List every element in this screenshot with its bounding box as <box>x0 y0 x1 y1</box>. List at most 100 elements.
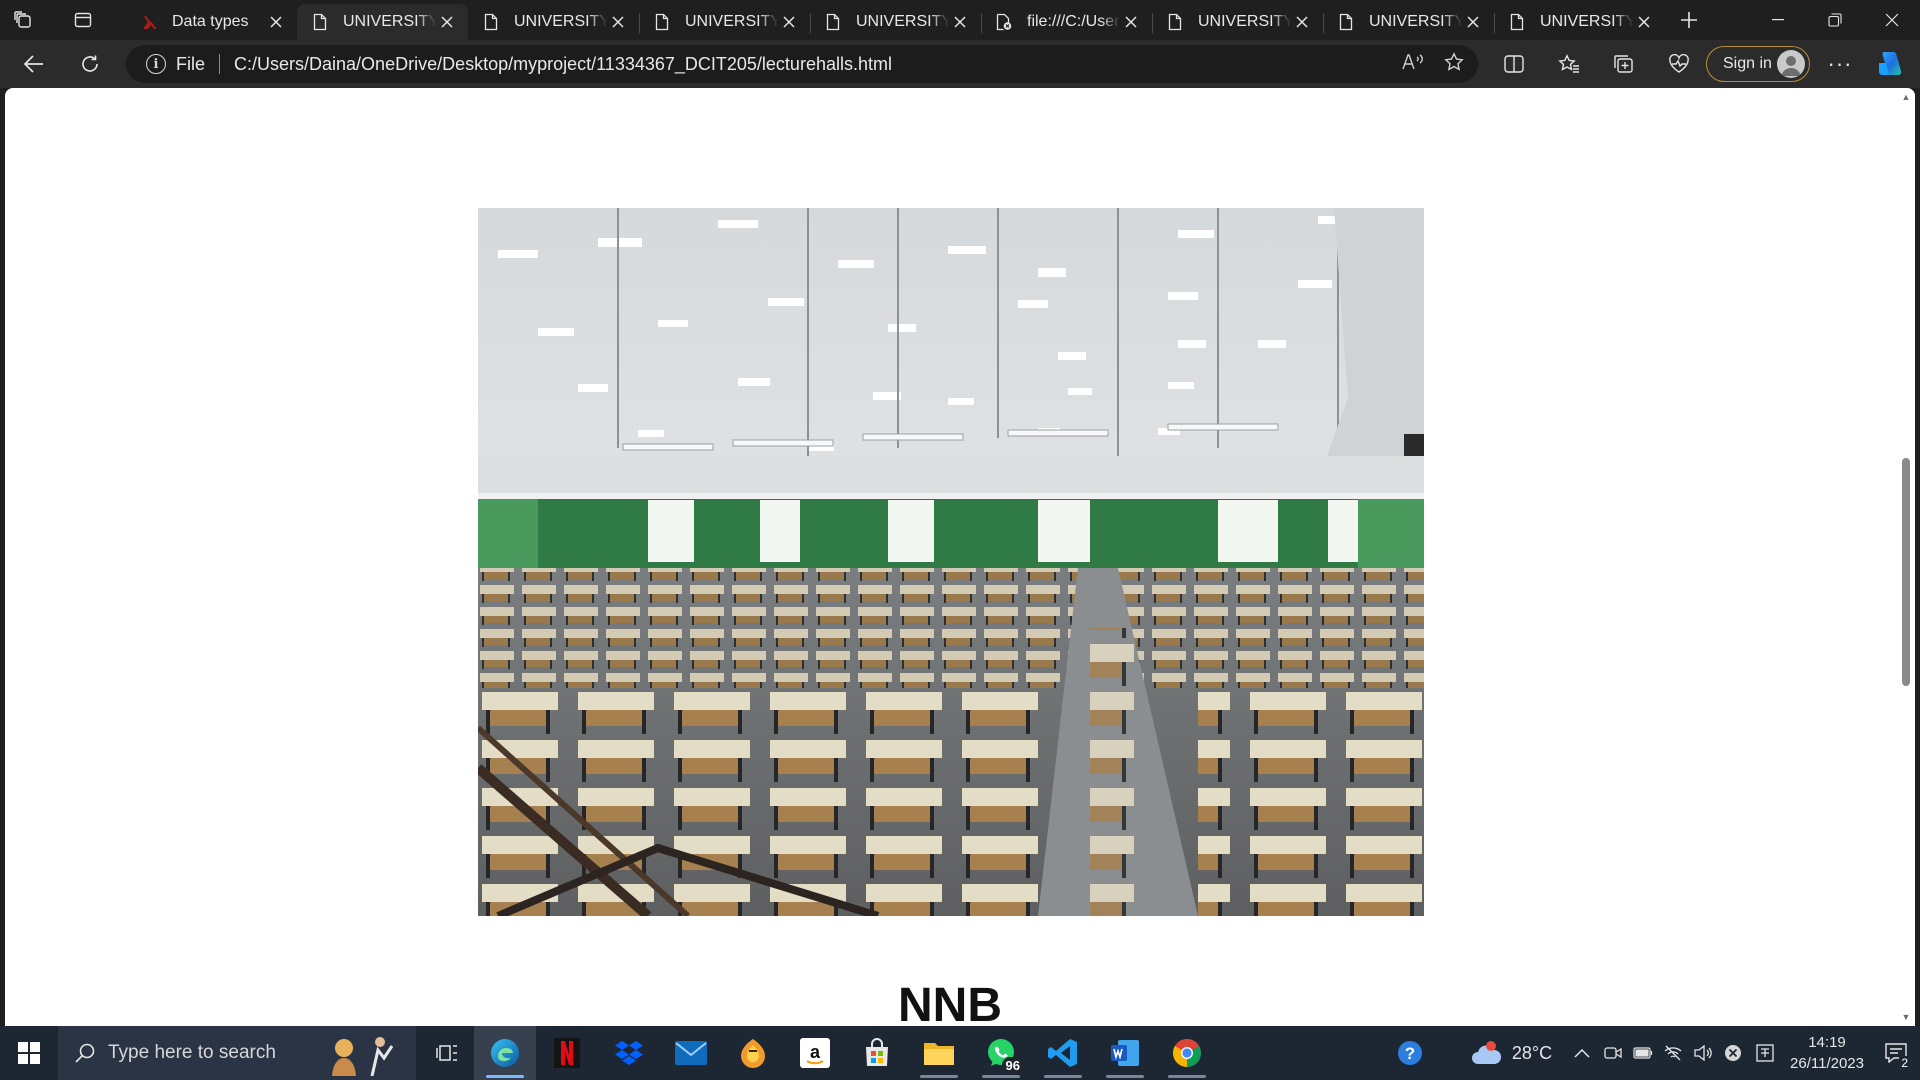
netflix-app-icon[interactable] <box>536 1026 598 1080</box>
tab-title: UNIVERSITY OF GHANA <box>343 13 436 30</box>
tab-title: Data types <box>172 13 249 30</box>
back-arrow-icon[interactable] <box>12 44 56 84</box>
browser-toolbar: i File C:/Users/Daina/OneDrive/Desktop/m… <box>0 40 1920 88</box>
volume-icon[interactable] <box>1688 1026 1718 1080</box>
dropbox-app-icon[interactable] <box>598 1026 660 1080</box>
svg-text:?: ? <box>1405 1044 1415 1063</box>
search-placeholder: Type here to search <box>108 1042 276 1063</box>
microsoft-store-app-icon[interactable] <box>846 1026 908 1080</box>
task-view-icon[interactable] <box>420 1026 474 1080</box>
whatsapp-app-icon[interactable]: 96 <box>970 1026 1032 1080</box>
taskbar-apps: a 96 <box>474 1026 1218 1080</box>
page-viewport: NNB ▲ ▼ <box>5 88 1915 1026</box>
chrome-app-icon[interactable] <box>1156 1026 1218 1080</box>
system-tray: ? 28°C 14:19 26/11/2023 2 <box>1384 1026 1920 1080</box>
tab-university[interactable]: UNIVERSITY OF GHANA <box>1323 4 1494 40</box>
notification-count: 2 <box>1899 1056 1910 1070</box>
browser-tab-strip: Data types UNIVERSITY OF GHANA UNIVERSIT… <box>0 0 1920 40</box>
battery-icon[interactable] <box>1628 1026 1658 1080</box>
tab-university[interactable]: UNIVERSITY OF GHANA <box>1494 4 1665 40</box>
restore-icon[interactable] <box>1806 0 1863 40</box>
close-icon[interactable] <box>949 11 971 33</box>
minimize-icon[interactable] <box>1749 0 1806 40</box>
meet-now-icon[interactable] <box>1598 1026 1628 1080</box>
close-icon[interactable] <box>778 11 800 33</box>
start-button[interactable] <box>0 1026 58 1080</box>
address-bar[interactable]: i File C:/Users/Daina/OneDrive/Desktop/m… <box>126 45 1478 83</box>
data-types-favicon <box>140 13 158 31</box>
vscode-app-icon[interactable] <box>1032 1026 1094 1080</box>
taskbar-search-box[interactable]: Type here to search <box>58 1026 416 1080</box>
sign-in-label: Sign in <box>1723 55 1772 72</box>
avatar <box>1777 50 1805 78</box>
close-icon[interactable] <box>1120 11 1142 33</box>
word-app-icon[interactable] <box>1094 1026 1156 1080</box>
close-window-icon[interactable] <box>1863 0 1920 40</box>
svg-text:a: a <box>810 1042 821 1062</box>
tab-title: UNIVERSITY OF GHANA <box>685 13 778 30</box>
document-icon <box>653 13 671 31</box>
network-offline-icon[interactable] <box>1658 1026 1688 1080</box>
copilot-icon[interactable] <box>1872 46 1908 82</box>
close-icon[interactable] <box>1291 11 1313 33</box>
close-icon[interactable] <box>265 11 287 33</box>
document-icon <box>311 13 329 31</box>
browser-essentials-icon[interactable] <box>1651 44 1706 84</box>
read-aloud-icon[interactable] <box>1402 53 1424 76</box>
collections-icon[interactable] <box>1596 44 1651 84</box>
close-icon[interactable] <box>1633 11 1655 33</box>
help-icon[interactable]: ? <box>1384 1026 1436 1080</box>
cloud-icon <box>1471 1041 1501 1064</box>
tab-file-url[interactable]: file:///C:/Users/ <box>981 4 1152 40</box>
show-hidden-icons-chevron-icon[interactable] <box>1566 1026 1598 1080</box>
tab-actions-icon[interactable] <box>60 0 106 40</box>
weather-widget[interactable]: 28°C <box>1456 1026 1566 1080</box>
scroll-down-arrow-icon[interactable]: ▼ <box>1901 1012 1911 1022</box>
fl-studio-app-icon[interactable] <box>722 1026 784 1080</box>
clock-date: 26/11/2023 <box>1790 1055 1864 1072</box>
tab-university[interactable]: UNIVERSITY OF GHANA <box>810 4 981 40</box>
settings-more-button[interactable]: ··· <box>1818 44 1862 84</box>
close-icon[interactable] <box>436 11 458 33</box>
amazon-app-icon[interactable]: a <box>784 1026 846 1080</box>
scheme-label: File <box>176 53 206 74</box>
document-icon <box>1337 13 1355 31</box>
windows-taskbar: Type here to search a 96 ? 28°C 14:19 26… <box>0 1026 1920 1080</box>
close-icon[interactable] <box>607 11 629 33</box>
notification-center-icon[interactable]: 2 <box>1872 1026 1920 1080</box>
document-icon <box>1166 13 1184 31</box>
info-icon[interactable]: i <box>146 54 166 74</box>
url-text[interactable]: C:/Users/Daina/OneDrive/Desktop/myprojec… <box>234 54 892 75</box>
mail-app-icon[interactable] <box>660 1026 722 1080</box>
tab-university[interactable]: UNIVERSITY OF GHANA <box>468 4 639 40</box>
split-screen-icon[interactable] <box>1486 44 1541 84</box>
toolbar-actions <box>1486 44 1706 84</box>
document-icon <box>482 13 500 31</box>
refresh-icon[interactable] <box>68 44 112 84</box>
file-explorer-app-icon[interactable] <box>908 1026 970 1080</box>
tab-title: UNIVERSITY OF GHANA <box>1540 13 1633 30</box>
broken-file-icon <box>995 13 1013 31</box>
error-status-icon[interactable] <box>1718 1026 1748 1080</box>
tab-data-types[interactable]: Data types <box>126 4 297 40</box>
close-icon[interactable] <box>1462 11 1484 33</box>
window-controls <box>1749 0 1920 40</box>
taskbar-clock[interactable]: 14:19 26/11/2023 <box>1782 1026 1872 1080</box>
tab-university-active[interactable]: UNIVERSITY OF GHANA <box>297 4 468 40</box>
input-method-icon[interactable] <box>1748 1026 1782 1080</box>
edge-app-icon[interactable] <box>474 1026 536 1080</box>
workspaces-icon[interactable] <box>0 0 46 40</box>
scroll-up-arrow-icon[interactable]: ▲ <box>1901 92 1911 102</box>
sign-in-button[interactable]: Sign in <box>1706 46 1810 82</box>
lecture-hall-image <box>478 208 1424 916</box>
tab-title: UNIVERSITY OF GHANA <box>1369 13 1462 30</box>
scrollbar-thumb[interactable] <box>1902 458 1910 686</box>
clock-time: 14:19 <box>1808 1034 1846 1051</box>
tab-university[interactable]: UNIVERSITY OF GHANA <box>1152 4 1323 40</box>
tab-university[interactable]: UNIVERSITY OF GHANA <box>639 4 810 40</box>
new-tab-button[interactable] <box>1669 0 1709 40</box>
vertical-scrollbar[interactable]: ▲ ▼ <box>1897 88 1915 1026</box>
favorites-icon[interactable] <box>1541 44 1596 84</box>
favorite-star-icon[interactable] <box>1444 51 1464 77</box>
whatsapp-unread-badge: 96 <box>1001 1057 1024 1074</box>
